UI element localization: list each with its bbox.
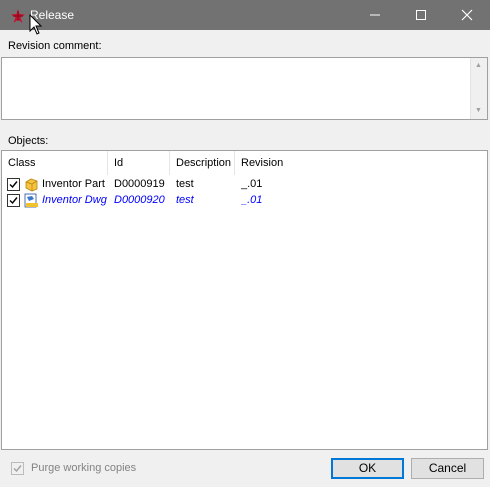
close-button[interactable] [444, 0, 490, 30]
maximize-button[interactable] [398, 0, 444, 30]
cell-revision: _.01 [241, 194, 263, 206]
ok-button[interactable]: OK [331, 458, 404, 479]
check-icon [13, 465, 22, 473]
check-icon [9, 197, 18, 205]
column-header-description[interactable]: Description [170, 151, 235, 175]
minimize-button[interactable] [352, 0, 398, 30]
purge-checkbox-box[interactable] [11, 462, 24, 475]
objects-label: Objects: [8, 135, 49, 147]
check-icon [9, 181, 18, 189]
title-bar[interactable]: Release [0, 0, 490, 30]
row-checkbox[interactable] [7, 194, 20, 207]
cell-class: Inventor Part [42, 178, 105, 190]
purge-label: Purge working copies [31, 462, 137, 474]
cell-id: D0000919 [114, 178, 165, 190]
cell-revision: _.01 [241, 178, 263, 190]
inventor-part-icon [25, 178, 38, 192]
revision-comment-textarea[interactable]: ▲ ▼ [1, 57, 488, 120]
mouse-cursor-icon [29, 14, 43, 35]
objects-list[interactable]: Class Id Description Revision Inventor P… [1, 150, 488, 450]
row-checkbox[interactable] [7, 178, 20, 191]
revision-comment-label: Revision comment: [8, 40, 102, 52]
cell-id: D0000920 [114, 194, 165, 206]
scroll-down-arrow-icon[interactable]: ▼ [475, 107, 482, 115]
table-row[interactable]: Inventor Part D0000919 test _.01 [2, 177, 487, 193]
cell-description: test [176, 194, 194, 206]
maximize-icon [416, 10, 426, 20]
cancel-button[interactable]: Cancel [411, 458, 484, 479]
close-icon [461, 9, 473, 21]
scroll-up-arrow-icon[interactable]: ▲ [475, 62, 482, 70]
inventor-dwg-icon [24, 193, 38, 208]
cell-class: Inventor Dwg [42, 194, 107, 206]
cell-description: test [176, 178, 194, 190]
column-header-revision[interactable]: Revision [235, 151, 487, 175]
release-star-icon [11, 9, 25, 23]
minimize-icon [370, 14, 380, 16]
column-header-class[interactable]: Class [2, 151, 108, 175]
comment-scrollbar[interactable]: ▲ ▼ [470, 58, 487, 119]
table-row[interactable]: Inventor Dwg D0000920 test _.01 [2, 193, 487, 209]
column-header-id[interactable]: Id [108, 151, 170, 175]
